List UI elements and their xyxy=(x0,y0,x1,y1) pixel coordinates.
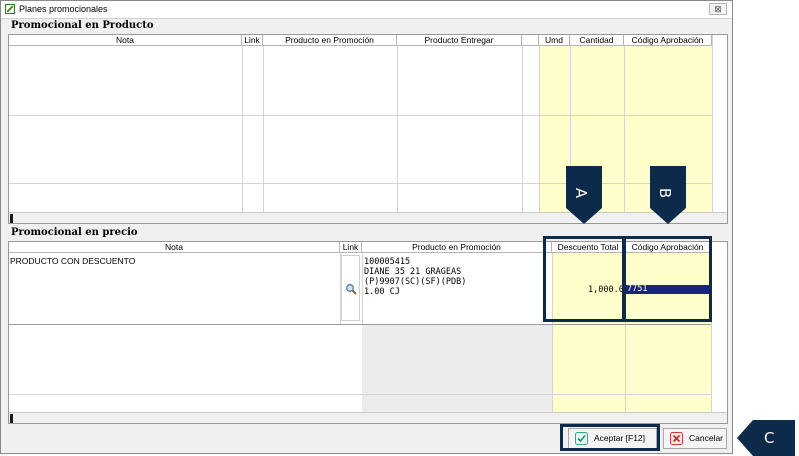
scrollbar-thumb[interactable] xyxy=(10,214,13,223)
nota-cell[interactable]: PRODUCTO CON DESCUENTO xyxy=(10,256,135,266)
grid-line xyxy=(539,46,540,212)
grid-line xyxy=(9,183,712,184)
grid-line xyxy=(362,253,363,325)
grid-line xyxy=(624,46,625,212)
disabled-area xyxy=(362,325,552,412)
link-button[interactable] xyxy=(341,255,360,321)
grid-line xyxy=(712,35,713,212)
col-header-producto-entregar[interactable]: Producto Entregar xyxy=(397,35,522,46)
grid-line xyxy=(9,394,711,395)
title-bar: Planes promocionales ⊠ xyxy=(1,1,732,19)
col-header-codigo-aprobacion[interactable]: Código Aprobación xyxy=(624,35,712,46)
highlight-descuento-total xyxy=(543,236,625,322)
product-code: 100005415 xyxy=(364,257,411,267)
price-section-title: Promocional en precio xyxy=(11,227,138,238)
product-flags: (P)9907(SC)(SF)(PDB) xyxy=(364,277,467,287)
grid-line xyxy=(397,46,398,212)
col-header-nota[interactable]: Nota xyxy=(9,242,340,253)
col-header-producto-promocion[interactable]: Producto en Promoción xyxy=(263,35,397,46)
planes-promocionales-window: Planes promocionales ⊠ Promocional en Pr… xyxy=(0,0,733,454)
product-name: DIANE 35 21 GRAGEAS xyxy=(364,267,462,277)
cancel-button[interactable]: Cancelar xyxy=(663,428,727,449)
row-separator xyxy=(9,324,711,325)
horizontal-scrollbar[interactable] xyxy=(9,412,727,423)
grid-line xyxy=(9,115,712,116)
product-info-cell[interactable]: 100005415 DIANE 35 21 GRAGEAS (P)9907(SC… xyxy=(364,257,466,297)
col-header-nota[interactable]: Nota xyxy=(9,35,242,46)
magnifier-icon xyxy=(346,284,357,295)
col-header-cantidad[interactable]: Cantidad xyxy=(570,35,624,46)
product-promo-grid[interactable]: Nota Link Producto en Promoción Producto… xyxy=(8,34,728,224)
callout-b-label: B xyxy=(656,187,675,199)
col-header-umd[interactable]: Umd xyxy=(539,35,570,46)
grid-line xyxy=(522,46,523,212)
col-header-blank[interactable] xyxy=(522,35,539,46)
product-section-title: Promocional en Producto xyxy=(11,20,154,31)
callout-c-label: C xyxy=(764,429,775,447)
col-header-link[interactable]: Link xyxy=(340,242,362,253)
grid-line xyxy=(242,46,243,212)
cancel-label: Cancelar xyxy=(689,433,724,443)
horizontal-scrollbar[interactable] xyxy=(9,212,727,223)
callout-a-label: A xyxy=(572,187,591,199)
scrollbar-thumb[interactable] xyxy=(10,414,13,423)
col-header-producto-promocion[interactable]: Producto en Promoción xyxy=(362,242,552,253)
cancel-x-icon xyxy=(670,432,683,445)
window-title: Planes promocionales xyxy=(19,4,108,14)
close-button[interactable]: ⊠ xyxy=(709,3,727,15)
grid-line xyxy=(263,46,264,212)
highlight-codigo-aprobacion xyxy=(623,236,712,322)
product-quantity: 1.00 CJ xyxy=(364,287,400,297)
app-icon xyxy=(5,4,15,14)
col-header-link[interactable]: Link xyxy=(242,35,263,46)
highlight-accept-button xyxy=(560,424,660,451)
